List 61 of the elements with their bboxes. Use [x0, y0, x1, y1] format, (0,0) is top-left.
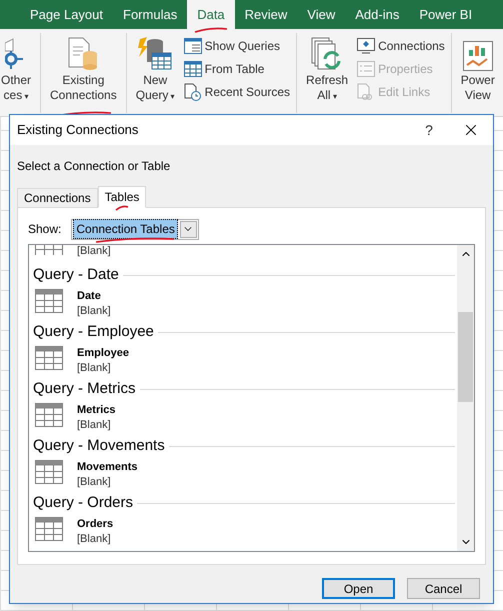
entry-description: [Blank]	[77, 361, 112, 376]
dialog-prompt: Select a Connection or Table	[17, 158, 172, 175]
database-table-icon	[138, 37, 172, 71]
ribbon-small-button[interactable]: Connections	[357, 35, 445, 56]
entry-name: Metrics	[77, 403, 116, 418]
ribbon-tab[interactable]: Add-ins	[345, 0, 410, 29]
document-database-icon	[68, 37, 98, 71]
scrollbar-thumb[interactable]	[458, 312, 473, 402]
table-icon	[35, 289, 63, 313]
ribbon-button[interactable]: New Query ▾	[132, 33, 178, 113]
table-window-icon	[184, 38, 202, 54]
entry-description: [Blank]	[77, 304, 111, 319]
ribbon-tab[interactable]: Page Layout	[20, 0, 114, 29]
refresh-documents-icon	[311, 37, 344, 71]
ribbon-tab[interactable]: View	[297, 0, 346, 29]
entry-description: [Blank]	[77, 475, 112, 490]
ribbon-small-button[interactable]: Recent Sources	[184, 81, 290, 102]
ribbon-small-button[interactable]: From Table	[184, 58, 290, 79]
query-heading: Query - Movements	[33, 436, 165, 456]
entry-name: Employee	[77, 346, 129, 361]
entry-description: [Blank]	[77, 245, 111, 257]
ribbon-button[interactable]: Other ces ▾	[0, 33, 34, 113]
entry-name: Movements	[77, 460, 138, 475]
help-button[interactable]: ?	[409, 115, 449, 145]
entry-description: [Blank]	[77, 418, 112, 433]
query-heading: Query - Orders	[33, 492, 134, 513]
monitor-icon	[357, 38, 376, 54]
entry-name: Orders	[77, 517, 114, 532]
table-entry[interactable]: Orders [Blank]	[33, 513, 455, 547]
table-icon	[35, 403, 63, 427]
dialog-tab[interactable]: Tables	[98, 186, 146, 208]
query-heading: Query - Date	[33, 264, 119, 285]
dialog-button[interactable]: Cancel	[407, 578, 480, 599]
ribbon-tab[interactable]: Power BI	[409, 0, 482, 29]
entry-name: Date	[77, 289, 102, 304]
dialog-title: Existing Connections	[17, 121, 138, 140]
document-clock-icon	[184, 82, 202, 100]
table-icon	[184, 60, 202, 76]
show-label: Show:	[28, 221, 62, 238]
chart-icon	[462, 41, 493, 71]
table-entry[interactable]: Movements [Blank]	[33, 456, 455, 490]
table-icon	[35, 346, 63, 370]
table-icon	[35, 460, 63, 484]
table-entry[interactable]: Date [Blank]	[33, 285, 455, 319]
ribbon-button[interactable]: Power View	[458, 33, 498, 113]
scrollbar[interactable]	[457, 245, 474, 551]
dialog-button[interactable]: Open	[322, 578, 395, 599]
table-entry[interactable]: Metrics [Blank]	[33, 399, 455, 433]
dialog-tab[interactable]: Connections	[17, 188, 98, 207]
query-heading: Query - Employee	[33, 322, 154, 342]
table-entry[interactable]: Employee [Blank]	[33, 342, 455, 376]
ribbon-tab[interactable]: Formulas	[113, 0, 188, 29]
ribbon-tab[interactable]: Review	[234, 0, 298, 29]
hand-drawn-underline	[115, 205, 130, 211]
ribbon-small-button[interactable]: Show Queries	[184, 35, 290, 56]
hand-drawn-underline	[194, 27, 228, 33]
table-icon	[35, 517, 63, 541]
query-heading: Query - Metrics	[33, 378, 136, 399]
ribbon-button[interactable]: Refresh All ▾	[303, 33, 352, 113]
entry-description: [Blank]	[77, 532, 112, 547]
list-icon	[357, 60, 376, 76]
